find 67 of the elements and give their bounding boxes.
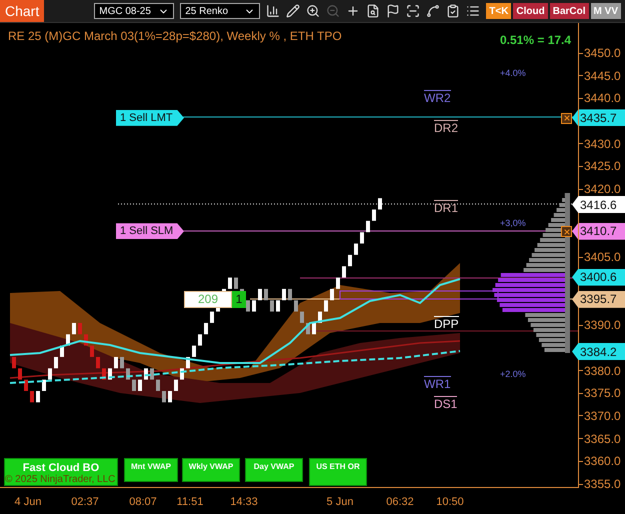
scan-icon[interactable] [406,4,420,18]
pivot-label: WR2 [424,90,451,105]
price-tag: 3416.6 [572,196,625,214]
price-axis-label: 3375.0 [579,386,621,400]
order-label[interactable]: 1 Sell SLM [116,223,184,240]
price-tag: 3435.7 [572,109,625,126]
time-axis-label: 06:32 [386,495,414,510]
percent-level-label: +3,0% [500,217,526,230]
copyright-text: © 2025 NinjaTrader, LLC [5,473,116,487]
price-tag: 3384.2 [572,343,625,360]
time-axis-label: 14:33 [230,495,258,510]
pivot-label: DS1 [434,396,458,411]
order-label[interactable]: 1 Sell LMT [116,110,184,126]
price-axis-label: 3445.0 [579,68,621,83]
indicator-button[interactable]: M VV [590,3,621,19]
strategy-button[interactable]: US ETH OR [309,458,367,486]
price-axis-label: 3380.0 [579,364,621,378]
price-axis-label: 3370.0 [579,408,621,423]
price-axis-label: 3360.0 [579,454,621,468]
price-axis-label: 3450.0 [579,46,621,60]
price-axis-label: 3425.0 [579,159,621,174]
percent-level-label: +4.0% [500,67,526,80]
pivot-label: WR1 [424,376,451,391]
time-axis-label: 08:07 [129,495,157,510]
price-tag: 3395.7 [572,290,625,308]
price-axis-label: 3355.0 [579,477,621,491]
pencil-icon[interactable] [286,4,300,18]
time-axis-label: 5 Jun [326,495,354,510]
time-axis-label: 11:51 [176,495,204,510]
indicator-button[interactable]: BarCol [550,3,589,19]
close-icon[interactable] [561,112,572,124]
price-axis-label: 3365.0 [579,432,621,446]
pivot-label: DR2 [434,120,458,135]
time-axis-label: 4 Jun [14,495,42,510]
price-tag: 3400.6 [572,268,625,286]
price-tag: 3410.7 [572,222,625,240]
pivot-label: DR1 [434,200,458,215]
window-title: Chart [0,0,44,22]
line-chart-icon[interactable] [426,4,440,18]
position-quantity: 1 [232,290,246,308]
time-axis-label: 02:37 [71,495,99,510]
strategy-button[interactable]: Wkly VWAP [182,458,240,482]
strategy-button[interactable]: Day VWAP [245,458,303,482]
position-pnl: 209 [184,290,232,308]
strategy-button[interactable]: Mnt VWAP [124,458,178,482]
price-axis-label: 3390.0 [579,318,621,332]
price-axis-label: 3440.0 [579,91,621,106]
time-axis-label: 10:50 [436,495,464,510]
indicator-button[interactable]: Cloud [513,3,548,19]
pivot-label: DPP [434,316,459,331]
bar-type-dropdown[interactable]: 25 Renko [180,3,260,19]
chart-header: RE 25 (M)GC March 03(1%=28p=$280), Weekly % , ETH TPO [8,28,342,45]
price-axis-label: 3420.0 [579,182,621,196]
instrument-dropdown[interactable]: MGC 08-25 [94,3,174,19]
close-icon[interactable] [561,226,572,238]
zoom-in-icon[interactable] [306,4,320,18]
document-search-icon[interactable] [366,4,380,18]
change-readout: 0.51% = 17.4 [500,32,572,49]
checklist-icon[interactable] [446,4,460,18]
price-axis-label: 3430.0 [579,136,621,151]
crosshair-icon[interactable] [346,4,360,18]
indicator-button[interactable]: T<K [486,3,512,19]
price-axis-label: 3405.0 [579,250,621,264]
percent-level-label: +2.0% [500,368,526,381]
bar-chart-icon[interactable] [266,4,280,18]
list-icon[interactable] [466,4,480,18]
flag-icon[interactable] [386,4,400,18]
